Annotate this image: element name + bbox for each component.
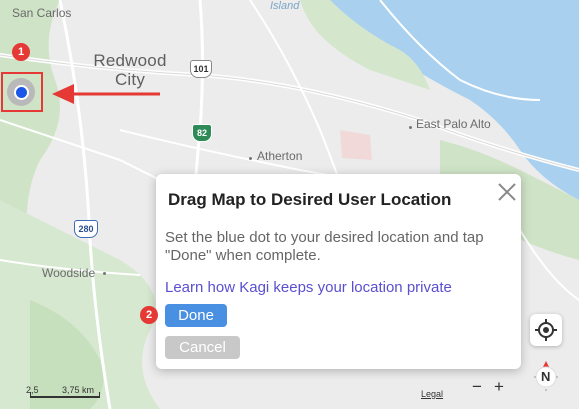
place-label-island: Island (270, 0, 300, 12)
scale-tick-right (99, 392, 100, 398)
place-label-atherton: Atherton (257, 149, 303, 163)
annotation-badge-1: 1 (12, 43, 30, 61)
done-button[interactable]: Done (165, 304, 227, 327)
dialog-description: Set the blue dot to your desired locatio… (165, 229, 484, 264)
highway-shield-280: 280 (74, 220, 98, 238)
privacy-link[interactable]: Learn how Kagi keeps your location priva… (165, 279, 452, 296)
place-marker-east-palo-alto (409, 126, 412, 129)
scale-label-right: 3,75 km (62, 385, 95, 395)
highway-shield-101: 101 (190, 60, 212, 78)
legal-link[interactable]: Legal (421, 389, 443, 399)
annotation-badge-2: 2 (140, 306, 158, 324)
compass-button[interactable]: N (530, 360, 562, 394)
zoom-in-button[interactable]: + (494, 377, 504, 397)
place-label-east-palo-alto: East Palo Alto (416, 117, 491, 131)
cancel-button[interactable]: Cancel (165, 336, 240, 359)
user-location-marker[interactable] (7, 78, 35, 106)
compass-north-label: N (541, 369, 551, 384)
scale-label-left: 2,5 (26, 385, 39, 395)
zoom-out-button[interactable]: − (472, 377, 482, 397)
location-dialog: Drag Map to Desired User Location Set th… (156, 174, 521, 369)
dialog-title: Drag Map to Desired User Location (168, 190, 452, 209)
scale-bar (30, 396, 100, 398)
crosshair-icon (535, 319, 557, 341)
close-button[interactable] (496, 181, 518, 203)
blue-dot-icon (13, 84, 29, 100)
place-label-san-carlos: San Carlos (12, 6, 72, 20)
place-label-redwood-city-line1: Redwood (93, 51, 167, 70)
place-marker-atherton (249, 157, 252, 160)
locate-me-button[interactable] (530, 314, 562, 346)
place-label-woodside: Woodside (42, 266, 96, 280)
place-marker-woodside (103, 272, 106, 275)
close-icon (498, 183, 516, 201)
annotation-arrow-icon (52, 84, 160, 104)
highway-shield-82: 82 (192, 124, 212, 142)
